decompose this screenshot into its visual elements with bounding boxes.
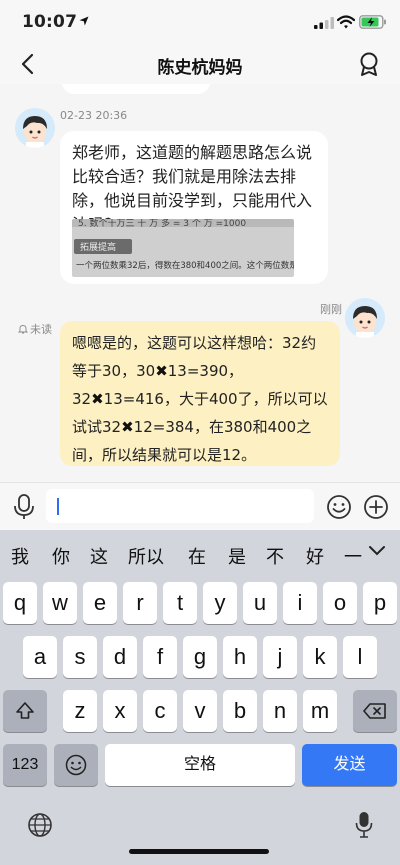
key-x[interactable]: x bbox=[103, 690, 137, 732]
candidate-word[interactable]: 好 bbox=[306, 543, 324, 569]
homework-photo[interactable]: 5. 数个十万三 十 万 多 = 3 个 万 =1000 拓展提高 一个两位数乘… bbox=[72, 219, 294, 277]
voice-input-icon[interactable] bbox=[13, 494, 35, 520]
outgoing-message-bubble[interactable]: 嗯嗯是的，这题可以这样想哈：32约 等于30，30✖13=390， 32✖13=… bbox=[60, 321, 340, 466]
key-e[interactable]: e bbox=[83, 582, 117, 624]
space-key[interactable]: 空格 bbox=[105, 744, 295, 786]
previous-message-bubble bbox=[62, 84, 210, 94]
key-c[interactable]: c bbox=[143, 690, 177, 732]
message-list[interactable]: 02-23 20:36 郑老师，这道题的解题思路怎么说比较合适？我们就是用除法去… bbox=[0, 84, 400, 482]
message-input[interactable] bbox=[46, 489, 314, 523]
wifi-icon bbox=[337, 15, 355, 29]
add-attachment-icon[interactable] bbox=[363, 494, 389, 520]
profile-icon[interactable] bbox=[356, 51, 382, 77]
outgoing-timestamp: 刚刚 bbox=[320, 303, 342, 316]
chat-title: 陈史杭妈妈 bbox=[157, 58, 243, 78]
battery-charging-icon bbox=[359, 15, 386, 29]
key-h[interactable]: h bbox=[223, 636, 257, 678]
key-v[interactable]: v bbox=[183, 690, 217, 732]
key-z[interactable]: z bbox=[63, 690, 97, 732]
key-w[interactable]: w bbox=[43, 582, 77, 624]
collapse-candidates-icon[interactable] bbox=[368, 544, 386, 558]
key-r[interactable]: r bbox=[123, 582, 157, 624]
key-j[interactable]: j bbox=[263, 636, 297, 678]
outgoing-line: 32✖13=416，大于400了，所以可以 bbox=[72, 390, 328, 408]
dictation-mic-icon[interactable] bbox=[355, 811, 373, 839]
numbers-key[interactable]: 123 bbox=[3, 744, 47, 786]
multiply-icon: ✖ bbox=[91, 390, 104, 408]
key-p[interactable]: p bbox=[363, 582, 397, 624]
key-q[interactable]: q bbox=[3, 582, 37, 624]
emoji-key[interactable] bbox=[54, 744, 98, 786]
boy-avatar-icon bbox=[345, 298, 385, 338]
backspace-key[interactable] bbox=[353, 690, 397, 732]
key-d[interactable]: d bbox=[103, 636, 137, 678]
outgoing-line: 试试32✖12=384，在380和400之 bbox=[72, 418, 312, 436]
candidate-word[interactable]: 在 bbox=[188, 543, 206, 569]
key-y[interactable]: y bbox=[203, 582, 237, 624]
photo-question-text: 一个两位数乘32后，得数在380和400之间。这个两位数是多少？ bbox=[76, 261, 294, 271]
key-b[interactable]: b bbox=[223, 690, 257, 732]
multiply-icon: ✖ bbox=[121, 418, 134, 436]
globe-icon[interactable] bbox=[27, 812, 53, 838]
boy-avatar-icon bbox=[15, 108, 55, 148]
unread-status: 未读 bbox=[18, 321, 52, 337]
cellular-signal-icon bbox=[314, 17, 334, 29]
chat-header: 陈史杭妈妈 bbox=[0, 44, 400, 84]
key-o[interactable]: o bbox=[323, 582, 357, 624]
unread-label: 未读 bbox=[30, 323, 52, 336]
key-f[interactable]: f bbox=[143, 636, 177, 678]
key-u[interactable]: u bbox=[243, 582, 277, 624]
emoji-icon[interactable] bbox=[326, 494, 352, 520]
candidate-word[interactable]: 不 bbox=[266, 543, 284, 569]
location-arrow-icon bbox=[79, 16, 89, 26]
key-l[interactable]: l bbox=[343, 636, 377, 678]
outgoing-line: 嗯嗯是的，这题可以这样想哈：32约 bbox=[72, 334, 317, 352]
multiply-icon: ✖ bbox=[155, 362, 168, 380]
key-t[interactable]: t bbox=[163, 582, 197, 624]
message-timestamp: 02-23 20:36 bbox=[60, 109, 128, 122]
key-k[interactable]: k bbox=[303, 636, 337, 678]
home-indicator bbox=[129, 849, 269, 854]
status-time: 10:07 bbox=[22, 12, 78, 32]
bell-icon bbox=[18, 325, 28, 334]
emoji-face-icon bbox=[65, 754, 87, 776]
candidate-word[interactable]: 这 bbox=[90, 543, 108, 569]
candidate-word[interactable]: 所以 bbox=[128, 543, 164, 569]
candidate-word[interactable]: 你 bbox=[52, 543, 70, 569]
text-caret bbox=[57, 498, 59, 515]
photo-section-tag: 拓展提高 bbox=[74, 239, 132, 254]
candidate-word[interactable]: 我 bbox=[11, 543, 29, 569]
shift-arrow-icon bbox=[16, 702, 34, 719]
outgoing-line: 间，所以结果就可以是12。 bbox=[72, 446, 257, 464]
shift-key[interactable] bbox=[3, 690, 47, 732]
send-key[interactable]: 发送 bbox=[302, 744, 397, 786]
sender-avatar[interactable] bbox=[15, 108, 55, 148]
keyboard: 我 你 这 所以 在 是 不 好 一 q w e r t y u i o p a… bbox=[0, 530, 400, 865]
key-s[interactable]: s bbox=[63, 636, 97, 678]
photo-section-tag-label: 拓展提高 bbox=[80, 243, 117, 253]
key-g[interactable]: g bbox=[183, 636, 217, 678]
backspace-icon bbox=[363, 703, 386, 719]
status-bar: 10:07 bbox=[0, 0, 400, 44]
key-a[interactable]: a bbox=[23, 636, 57, 678]
key-m[interactable]: m bbox=[303, 690, 337, 732]
candidate-word[interactable]: 是 bbox=[228, 543, 246, 569]
photo-header-text: 5. 数个十万三 十 万 多 = 3 个 万 =1000 bbox=[78, 219, 247, 229]
candidate-word[interactable]: 一 bbox=[344, 543, 362, 569]
outgoing-message-text: 嗯嗯是的，这题可以这样想哈：32约 等于30，30✖13=390， 32✖13=… bbox=[72, 329, 334, 469]
candidate-bar: 我 你 这 所以 在 是 不 好 一 bbox=[0, 530, 400, 578]
incoming-message-bubble[interactable]: 郑老师，这道题的解题思路怎么说比较合适？我们就是用除法去排除，他说目前没学到，只… bbox=[60, 131, 328, 284]
outgoing-line: 等于30，30✖13=390， bbox=[72, 362, 244, 380]
key-i[interactable]: i bbox=[283, 582, 317, 624]
key-n[interactable]: n bbox=[263, 690, 297, 732]
my-avatar[interactable] bbox=[345, 298, 385, 338]
composer-bar bbox=[0, 482, 400, 530]
